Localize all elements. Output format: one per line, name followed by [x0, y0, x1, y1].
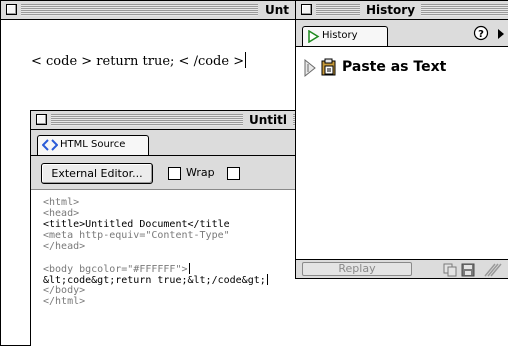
list-item[interactable]: Paste as Text [296, 57, 508, 79]
source-code-editor[interactable]: <html> <head> <title>Untitled Document</ti… [43, 197, 268, 307]
code-line: <head> [43, 208, 80, 219]
code-line: <html> [43, 197, 80, 208]
code-line: &lt;code&gt;return true;&lt;/code&gt; [43, 274, 268, 286]
help-icon[interactable]: ? [473, 25, 489, 45]
code-line: <meta http-equiv="Content-Type" [43, 230, 230, 241]
code-line: <body bgcolor="#FFFFFF"> [43, 263, 190, 275]
history-list[interactable]: Paste as Text [296, 47, 508, 259]
code-line: <title>Untitled Document</title [43, 219, 230, 230]
tab-label: HTML Source [60, 139, 126, 150]
tab-history[interactable]: History [302, 26, 388, 46]
source-window-titlebar[interactable]: Untitl [31, 111, 308, 130]
history-panel: History History ? Paste as Text Replay [295, 0, 508, 279]
replay-button[interactable]: Replay [302, 262, 412, 276]
external-editor-button[interactable]: External Editor... [41, 163, 153, 184]
text-cursor [245, 52, 247, 68]
copy-icon[interactable] [443, 262, 457, 278]
code-line: </html> [43, 296, 86, 307]
tab-html-source[interactable]: HTML Source [37, 135, 149, 155]
history-tab-strip: History ? [296, 20, 508, 47]
close-box[interactable] [36, 114, 47, 125]
svg-text:?: ? [478, 29, 484, 40]
document-window-titlebar[interactable]: Unt [1, 1, 300, 20]
document-content[interactable]: < code > return true; < /code > [31, 52, 247, 69]
title-stripes [21, 4, 258, 16]
document-window-title: Unt [259, 2, 296, 18]
line-numbers-checkbox[interactable] [227, 167, 240, 180]
delete-icon[interactable] [482, 262, 502, 278]
history-titlebar[interactable]: History [296, 1, 508, 20]
source-tab-strip: HTML Source [31, 130, 308, 156]
document-text: < code > return true; < /code > [31, 54, 245, 69]
text-cursor [188, 263, 190, 274]
palette-menu-arrow[interactable] [496, 26, 506, 45]
source-window-title: Untitl [243, 112, 293, 128]
clipboard-icon [320, 58, 338, 80]
text-cursor [266, 274, 268, 285]
history-item-label: Paste as Text [342, 59, 447, 75]
close-box[interactable] [6, 4, 17, 15]
tab-label: History [322, 30, 358, 41]
history-slider-icon[interactable] [303, 58, 317, 82]
history-title: History [360, 2, 422, 18]
wrap-checkbox[interactable] [168, 167, 181, 180]
code-line: </head> [43, 241, 86, 252]
code-line: </body> [43, 285, 86, 296]
history-bottom-bar: Replay [296, 259, 508, 278]
source-toolbar: External Editor... Wrap [31, 156, 308, 190]
close-box[interactable] [301, 4, 312, 15]
wrap-label: Wrap [186, 166, 215, 179]
html-source-window: Untitl HTML Source External Editor... Wr… [30, 110, 308, 346]
save-icon[interactable] [461, 262, 475, 278]
